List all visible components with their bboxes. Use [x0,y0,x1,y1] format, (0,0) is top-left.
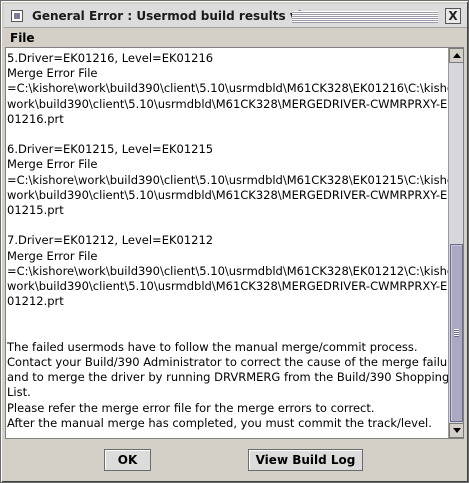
results-text-area[interactable]: 5.Driver=EK01216, Level=EK01216 Merge Err… [6,48,448,438]
text-line: 01212.prt [7,294,64,309]
scroll-up-button[interactable] [449,48,464,63]
arrow-up-icon [452,53,461,58]
text-line: work\build390\client\5.10\usrmdbld\M61CK… [7,187,448,202]
text-line: and to merge the driver by running DRVRM… [7,370,448,385]
text-line: After the manual merge has completed, yo… [7,415,432,430]
text-line: List. [7,385,31,400]
text-line: Merge Error File [7,248,98,263]
thumb-grip-icon [454,329,459,337]
scroll-thumb[interactable] [450,244,463,422]
text-line: work\build390\client\5.10\usrmdbld\M61CK… [7,279,448,294]
text-line: 01216.prt [7,111,64,126]
text-line: 01215.prt [7,203,64,218]
text-line: Merge Error File [7,157,98,172]
text-line: work\build390\client\5.10\usrmdbld\M61CK… [7,96,448,111]
text-line: =C:\kishore\work\build390\client\5.10\us… [7,172,448,187]
title-bar[interactable]: General Error : Usermod build results vi… [4,4,467,28]
ok-button[interactable]: OK [104,449,151,471]
text-line [7,325,448,340]
menu-bar: File [4,29,467,47]
text-line: Contact your Build/390 Administrator to … [7,355,448,370]
view-build-log-button[interactable]: View Build Log [248,449,363,471]
text-line: Merge Error File [7,66,98,81]
text-line: Please refer the merge error file for th… [7,400,375,415]
close-icon[interactable]: X [445,8,461,24]
error-dialog-window: General Error : Usermod build results vi… [0,0,469,483]
text-line: =C:\kishore\work\build390\client\5.10\us… [7,263,448,278]
window-icon [11,10,23,22]
text-line: 6.Driver=EK01215, Level=EK01215 [7,142,214,157]
window-title: General Error : Usermod build results vi… [32,9,336,23]
text-line [7,127,448,142]
text-line [7,218,448,233]
menu-file[interactable]: File [10,31,35,45]
results-text-panel: 5.Driver=EK01216, Level=EK01216 Merge Err… [5,47,464,439]
text-line: The failed usermods have to follow the m… [7,339,418,354]
scroll-down-button[interactable] [449,423,464,438]
text-line: 7.Driver=EK01212, Level=EK01212 [7,233,214,248]
text-line: 5.Driver=EK01216, Level=EK01216 [7,51,214,65]
title-bar-grip [292,11,438,23]
text-line: =C:\kishore\work\build390\client\5.10\us… [7,81,448,96]
vertical-scrollbar[interactable] [448,48,464,438]
arrow-down-icon [452,428,461,433]
text-line [7,309,448,324]
